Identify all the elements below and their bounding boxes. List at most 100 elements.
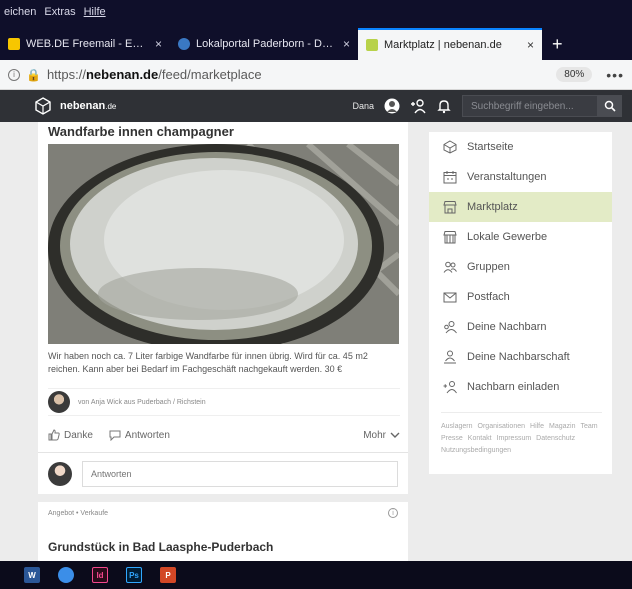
sidebar-item-lokale-gewerbe[interactable]: Lokale Gewerbe bbox=[429, 222, 612, 252]
taskbar: W Id Ps P bbox=[0, 561, 632, 589]
tab-lokalportal[interactable]: Lokalportal Paderborn - Deine × bbox=[170, 28, 358, 60]
market-icon bbox=[443, 201, 457, 214]
tab-webde[interactable]: WEB.DE Freemail - E-Mail mad × bbox=[0, 28, 170, 60]
menu-item-help[interactable]: Hilfe bbox=[84, 6, 106, 18]
post-description: Wir haben noch ca. 7 Liter farbige Wandf… bbox=[48, 351, 368, 374]
reply-box bbox=[38, 452, 408, 494]
more-button[interactable]: Mohr bbox=[363, 430, 400, 441]
reply-button[interactable]: Antworten bbox=[109, 429, 170, 441]
post-image[interactable] bbox=[48, 144, 399, 344]
footer-link[interactable]: Nutzungsbedingungen bbox=[441, 445, 511, 457]
menu-item-edit[interactable]: eichen bbox=[4, 6, 36, 18]
reply-input[interactable] bbox=[82, 460, 398, 487]
user-name[interactable]: Dana bbox=[352, 101, 374, 111]
close-icon[interactable]: × bbox=[155, 37, 162, 51]
sidebar-item-label: Nachbarn einladen bbox=[467, 381, 560, 393]
footer-link[interactable]: Hilfe bbox=[530, 421, 544, 433]
tab-title: Marktplatz | nebenan.de bbox=[384, 39, 502, 51]
photoshop-icon[interactable]: Ps bbox=[126, 567, 142, 583]
footer-link[interactable]: Presse bbox=[441, 433, 463, 445]
lokalportal-favicon-icon bbox=[178, 38, 190, 50]
invite-icon bbox=[443, 381, 457, 394]
zoom-indicator[interactable]: 80% bbox=[556, 67, 593, 82]
author-row: von Anja Wick aus Puderbach / Richstein bbox=[48, 388, 400, 416]
author-line[interactable]: von Anja Wick aus Puderbach / Richstein bbox=[78, 399, 206, 406]
sidebar: Startseite Veranstaltungen Marktplatz Lo… bbox=[429, 132, 612, 474]
new-tab-button[interactable]: + bbox=[542, 28, 573, 60]
footer-links: Auslagern Organisationen Hilfe Magazin T… bbox=[441, 412, 602, 457]
next-post: Angebot • Verkaufe i Grundstück in Bad L… bbox=[38, 502, 408, 561]
chevron-down-icon bbox=[390, 432, 400, 438]
avatar[interactable] bbox=[48, 391, 70, 413]
brand-name[interactable]: nebenan.de bbox=[60, 100, 116, 112]
mail-icon bbox=[443, 292, 457, 303]
close-icon[interactable]: × bbox=[343, 37, 350, 51]
info-icon[interactable]: i bbox=[8, 68, 20, 81]
thanks-button[interactable]: Danke bbox=[48, 429, 93, 441]
sidebar-item-nachbarn-einladen[interactable]: Nachbarn einladen bbox=[429, 372, 612, 402]
add-neighbor-icon[interactable] bbox=[410, 98, 426, 114]
sidebar-item-deine-nachbarn[interactable]: Deine Nachbarn bbox=[429, 312, 612, 342]
sidebar-item-label: Startseite bbox=[467, 141, 514, 153]
group-icon bbox=[443, 261, 457, 273]
word-icon[interactable]: W bbox=[24, 567, 40, 583]
post-category: Angebot • Verkaufe bbox=[48, 510, 109, 517]
post-title[interactable]: Wandfarbe innen champagner bbox=[48, 124, 234, 139]
powerpoint-icon[interactable]: P bbox=[160, 567, 176, 583]
menu-item-extras[interactable]: Extras bbox=[44, 6, 75, 18]
nebenan-logo-icon[interactable] bbox=[34, 97, 52, 115]
tab-bar: WEB.DE Freemail - E-Mail mad × Lokalport… bbox=[0, 24, 632, 60]
sidebar-item-deine-nachbarschaft[interactable]: Deine Nachbarschaft bbox=[429, 342, 612, 372]
info-icon[interactable]: i bbox=[388, 508, 398, 518]
avatar[interactable] bbox=[384, 98, 400, 114]
marketplace-post: Wandfarbe innen champagner Wir haben noc… bbox=[38, 122, 408, 494]
sidebar-item-label: Marktplatz bbox=[467, 201, 518, 213]
sidebar-item-label: Lokale Gewerbe bbox=[467, 231, 548, 243]
nebenan-favicon-icon bbox=[366, 39, 378, 51]
neighborhood-icon bbox=[444, 350, 456, 364]
sidebar-item-label: Postfach bbox=[467, 291, 510, 303]
search-button[interactable] bbox=[598, 95, 622, 117]
sidebar-item-label: Deine Nachbarschaft bbox=[467, 351, 570, 363]
sidebar-item-label: Gruppen bbox=[467, 261, 510, 273]
footer-link[interactable]: Team bbox=[581, 421, 598, 433]
page-content: Wandfarbe innen champagner Wir haben noc… bbox=[0, 122, 632, 561]
address-field[interactable]: i 🔒 https://nebenan.de/feed/marketplace bbox=[8, 64, 556, 86]
notification-bell-icon[interactable] bbox=[436, 98, 452, 114]
footer-link[interactable]: Kontakt bbox=[468, 433, 492, 445]
sidebar-item-gruppen[interactable]: Gruppen bbox=[429, 252, 612, 282]
sidebar-item-postfach[interactable]: Postfach bbox=[429, 282, 612, 312]
sidebar-item-label: Veranstaltungen bbox=[467, 171, 547, 183]
avatar bbox=[48, 461, 72, 486]
url-bar: i 🔒 https://nebenan.de/feed/marketplace … bbox=[0, 60, 632, 90]
sidebar-item-label: Deine Nachbarn bbox=[467, 321, 547, 333]
sidebar-item-veranstaltungen[interactable]: Veranstaltungen bbox=[429, 162, 612, 192]
tab-title: WEB.DE Freemail - E-Mail mad bbox=[26, 38, 145, 50]
close-icon[interactable]: × bbox=[527, 38, 534, 52]
page-actions-icon[interactable]: ••• bbox=[606, 67, 624, 83]
search-icon bbox=[604, 100, 616, 112]
sidebar-item-startseite[interactable]: Startseite bbox=[429, 132, 612, 162]
indesign-icon[interactable]: Id bbox=[92, 567, 108, 583]
menu-bar: eichen Extras Hilfe bbox=[0, 0, 632, 24]
shop-icon bbox=[443, 231, 457, 244]
post-title[interactable]: Grundstück in Bad Laasphe-Puderbach bbox=[48, 540, 273, 554]
tab-marktplatz[interactable]: Marktplatz | nebenan.de × bbox=[358, 28, 542, 60]
footer-link[interactable]: Auslagern bbox=[441, 421, 473, 433]
post-actions: Danke Antworten Mohr bbox=[48, 426, 400, 444]
url-text: https://nebenan.de/feed/marketplace bbox=[46, 67, 262, 82]
footer-link[interactable]: Organisationen bbox=[478, 421, 525, 433]
lock-icon[interactable]: 🔒 bbox=[26, 68, 41, 82]
browser-icon[interactable] bbox=[58, 567, 74, 583]
calendar-icon bbox=[443, 171, 457, 184]
footer-link[interactable]: Magazin bbox=[549, 421, 575, 433]
thumbs-up-icon bbox=[48, 429, 60, 441]
sidebar-item-marktplatz[interactable]: Marktplatz bbox=[429, 192, 612, 222]
search-input[interactable] bbox=[462, 95, 598, 117]
comment-icon bbox=[109, 430, 121, 441]
site-header: nebenan.de Dana bbox=[0, 90, 632, 122]
footer-link[interactable]: Datenschutz bbox=[536, 433, 575, 445]
neighbors-icon bbox=[444, 321, 457, 334]
webde-favicon-icon bbox=[8, 38, 20, 50]
footer-link[interactable]: Impressum bbox=[497, 433, 532, 445]
